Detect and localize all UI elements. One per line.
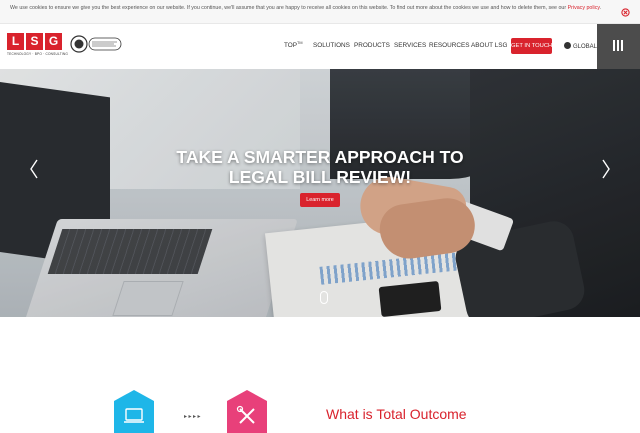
hero-title-line-2: LEGAL BILL REVIEW!	[228, 167, 412, 187]
logo-letter-g: G	[45, 33, 62, 50]
nav-resources[interactable]: RESOURCES	[429, 42, 469, 52]
nav-top-label: TOP	[284, 42, 298, 49]
hero-title-line-1: TAKE A SMARTER APPROACH TO	[176, 147, 464, 167]
region-selector[interactable]: GLOBAL	[564, 42, 597, 52]
cookie-text-end: .	[599, 5, 602, 11]
nav-products[interactable]: PRODUCTS	[354, 42, 390, 52]
cookie-text: We use cookies to ensure we give you the…	[10, 5, 568, 11]
logo-letter-l: L	[7, 33, 24, 50]
lsg-logo[interactable]: L S G TECHNOLOGY · BPO · CONSULTING	[7, 33, 69, 57]
nav-solutions[interactable]: SOLUTIONS	[313, 42, 350, 52]
nav-services[interactable]: SERVICES	[394, 42, 426, 52]
tools-hexagon-icon	[227, 390, 267, 433]
menu-bar-icon	[621, 40, 623, 51]
menu-bar-icon	[613, 40, 615, 51]
hero-banner: TAKE A SMARTER APPROACH TO LEGAL BILL RE…	[0, 69, 640, 317]
nav-about-lsg[interactable]: ABOUT LSG	[471, 42, 507, 52]
logo-letter-s: S	[26, 33, 43, 50]
logo-tagline: TECHNOLOGY · BPO · CONSULTING	[7, 52, 69, 56]
nav-top[interactable]: TOPTM	[284, 41, 303, 52]
certification-badge-icon	[70, 35, 122, 53]
hero-title: TAKE A SMARTER APPROACH TO LEGAL BILL RE…	[160, 147, 480, 187]
site-header: L S G TECHNOLOGY · BPO · CONSULTING TOPT…	[0, 24, 640, 69]
chevron-right-icon[interactable]	[601, 159, 611, 179]
nav-top-tm: TM	[297, 41, 303, 45]
menu-bar-icon	[617, 40, 619, 51]
privacy-policy-link[interactable]: Privacy policy	[568, 5, 600, 11]
scroll-mouse-icon[interactable]	[320, 291, 328, 304]
menu-button[interactable]	[597, 24, 640, 69]
cookie-banner: We use cookies to ensure we give you the…	[0, 0, 640, 24]
globe-icon	[564, 42, 571, 49]
get-in-touch-button[interactable]: GET IN TOUCH	[511, 38, 552, 54]
chevron-left-icon[interactable]	[29, 159, 39, 179]
learn-more-button[interactable]: Learn more	[300, 193, 340, 207]
process-connector: ▸▸▸▸	[184, 414, 203, 420]
cookie-message: We use cookies to ensure we give you the…	[10, 4, 610, 12]
region-label: GLOBAL	[573, 44, 598, 50]
close-icon[interactable]	[621, 8, 630, 17]
section-title: What is Total Outcome	[326, 406, 467, 422]
computer-hexagon-icon	[114, 390, 154, 433]
